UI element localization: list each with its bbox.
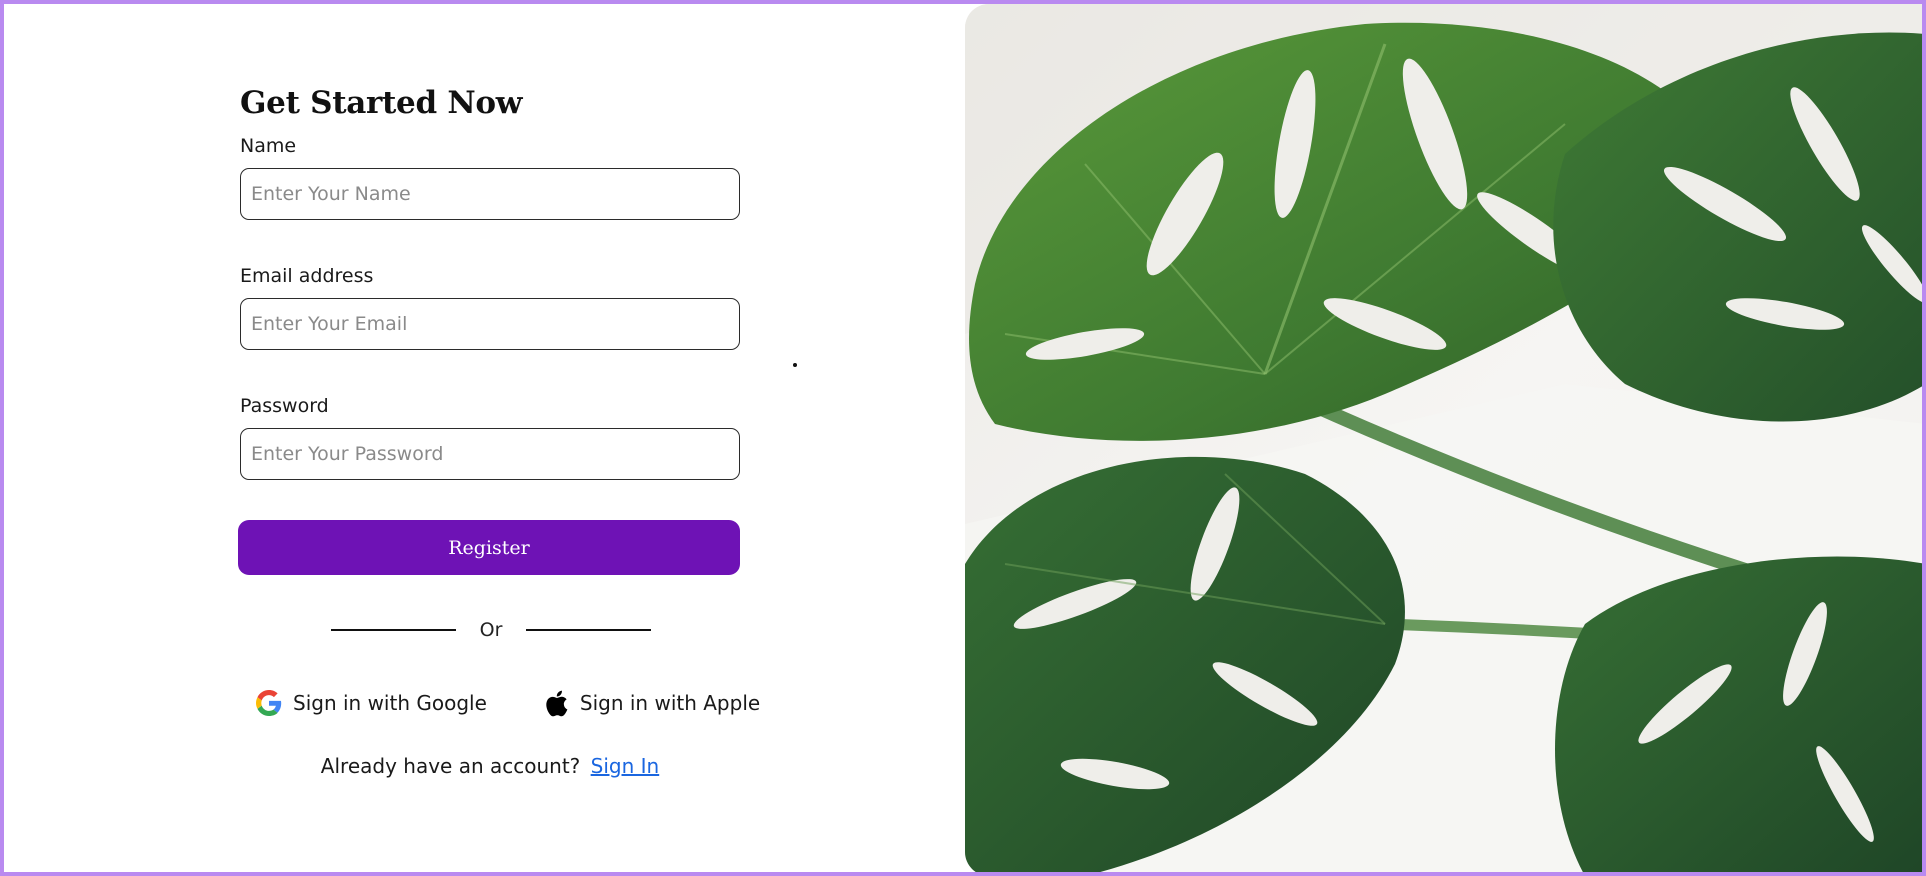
google-icon — [256, 688, 282, 718]
register-button[interactable]: Register — [238, 520, 740, 575]
password-label: Password — [240, 395, 329, 417]
name-label: Name — [240, 135, 297, 157]
signin-prompt: Already have an account? Sign In — [240, 754, 740, 778]
email-label: Email address — [240, 265, 374, 287]
account-prompt-text: Already have an account? — [320, 754, 581, 778]
signin-link[interactable]: Sign In — [591, 754, 660, 778]
page-title: Get Started Now — [240, 85, 523, 121]
divider-line-left — [330, 629, 456, 631]
or-divider: Or — [240, 620, 742, 640]
apple-signin-label: Sign in with Apple — [579, 691, 761, 715]
divider-text: Or — [479, 619, 503, 641]
google-signin-label: Sign in with Google — [293, 691, 487, 715]
email-input[interactable] — [240, 298, 740, 350]
register-form: Get Started Now Name Email address Passw… — [238, 82, 760, 778]
monstera-plant-image — [965, 4, 1922, 872]
google-signin-button[interactable]: Sign in with Google — [256, 688, 487, 718]
divider-line-right — [526, 629, 652, 631]
social-signin-row: Sign in with Google Sign in with Apple — [240, 686, 760, 720]
apple-signin-button[interactable]: Sign in with Apple — [543, 688, 760, 718]
page-frame: Get Started Now Name Email address Passw… — [0, 0, 1926, 876]
apple-icon — [543, 688, 569, 718]
name-input[interactable] — [240, 168, 740, 220]
password-input[interactable] — [240, 428, 740, 480]
stray-dot — [793, 363, 797, 367]
